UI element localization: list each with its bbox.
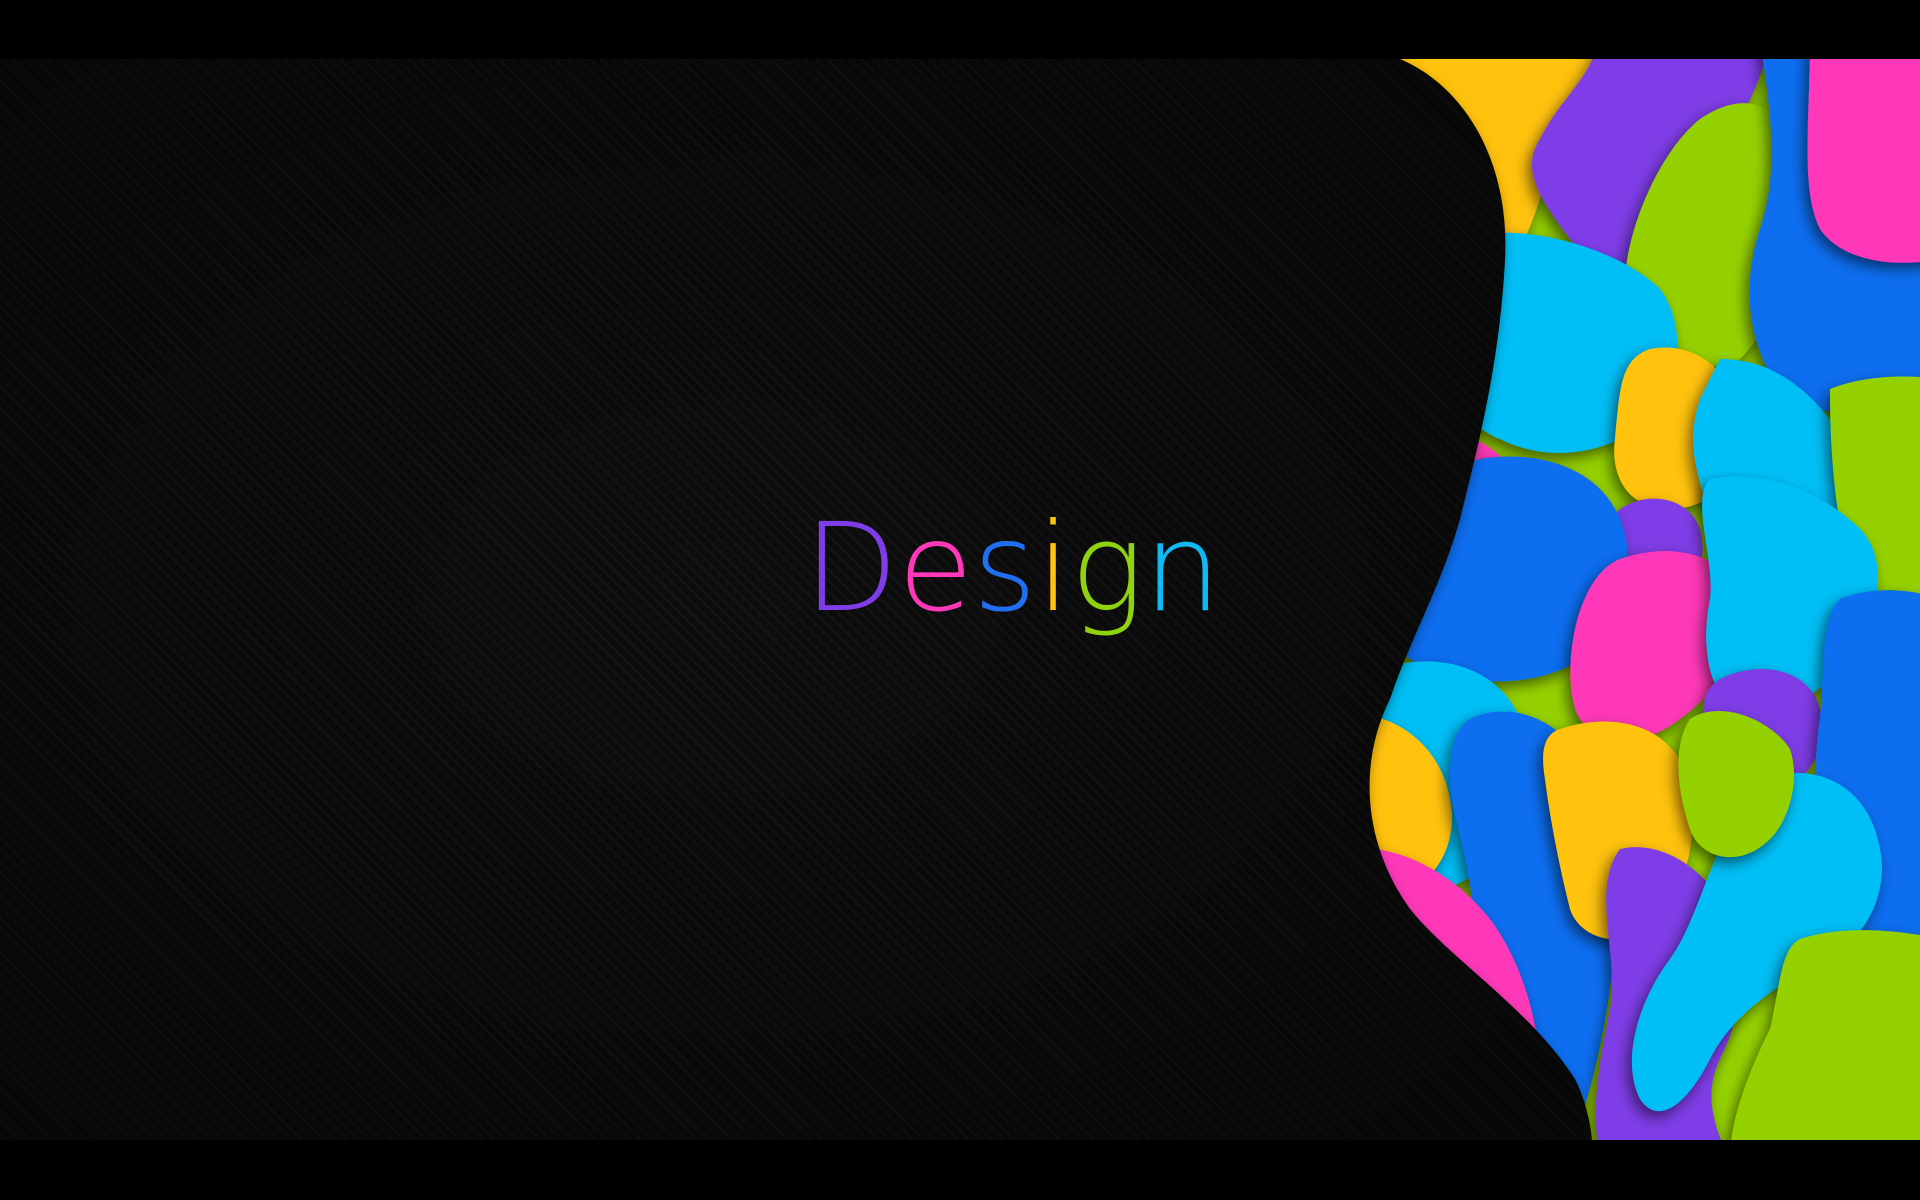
wordmark-letter-d: D <box>804 497 898 639</box>
wordmark-letter-e: e <box>898 497 973 639</box>
wordmark-letter-i: i <box>1037 497 1071 639</box>
artwork: Design <box>0 59 1920 1140</box>
wordmark-letter-n: n <box>1144 497 1221 639</box>
design-wordmark: Design <box>804 497 1221 639</box>
letterbox-bottom-bar <box>0 1140 1920 1200</box>
wordmark-letter-g: g <box>1070 497 1143 639</box>
wordmark-letter-s: s <box>973 497 1037 639</box>
wallpaper: Design <box>0 0 1920 1200</box>
svg-text:Design: Design <box>804 497 1221 639</box>
letterbox-top-bar <box>0 0 1920 59</box>
